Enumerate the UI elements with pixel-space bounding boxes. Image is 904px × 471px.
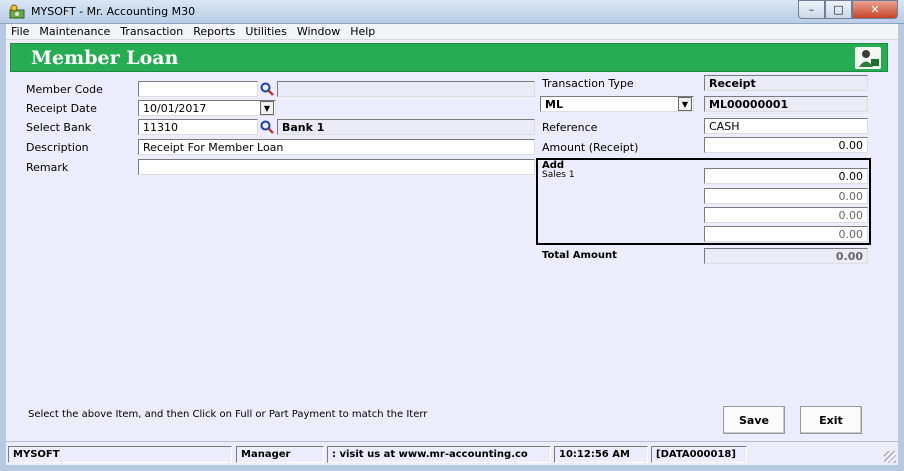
description-input[interactable]: Receipt For Member Loan: [138, 139, 535, 155]
sales-label: Sales 1: [542, 170, 575, 180]
total-amount-label: Total Amount: [542, 250, 617, 261]
status-user: Manager: [236, 446, 324, 463]
save-button[interactable]: Save: [723, 406, 785, 434]
status-time: 10:12:56 AM: [554, 446, 648, 463]
add-amount-input[interactable]: 0.00: [704, 188, 868, 204]
bank-code-input[interactable]: 11310: [138, 119, 258, 135]
window-controls: – □ ✕: [798, 0, 898, 19]
minimize-button[interactable]: –: [798, 0, 825, 19]
receipt-date-input[interactable]: 10/01/2017: [138, 100, 276, 116]
window-border-right: [898, 24, 904, 471]
menu-file[interactable]: File: [6, 25, 34, 38]
description-label: Description: [26, 141, 89, 154]
form-banner: Member Loan: [10, 43, 888, 72]
remark-input[interactable]: [138, 159, 535, 175]
close-button[interactable]: ✕: [852, 0, 898, 19]
amount-label: Amount (Receipt): [542, 141, 639, 154]
window-border-bottom: [0, 465, 904, 471]
doc-prefix-select[interactable]: ML: [540, 96, 694, 112]
menu-bar: File Maintenance Transaction Reports Uti…: [6, 24, 898, 40]
amount-input[interactable]: 0.00: [704, 137, 868, 153]
add-items-box: Add Sales 1 0.00 0.00 0.00 0.00: [536, 158, 871, 245]
status-website: : visit us at www.mr-accounting.co: [327, 446, 551, 463]
select-bank-label: Select Bank: [26, 121, 92, 134]
resize-grip-icon[interactable]: [884, 451, 896, 463]
add-amount-input[interactable]: 0.00: [704, 226, 868, 242]
add-amount-input[interactable]: 0.00: [704, 168, 868, 184]
bank-name-display: Bank 1: [277, 119, 535, 135]
chevron-down-icon[interactable]: ▼: [260, 101, 274, 115]
status-bar: MYSOFT Manager : visit us at www.mr-acco…: [6, 441, 898, 465]
remark-label: Remark: [26, 161, 69, 174]
menu-transaction[interactable]: Transaction: [115, 25, 188, 38]
exit-button-label: Exit: [819, 413, 843, 427]
menu-maintenance[interactable]: Maintenance: [34, 25, 115, 38]
hint-text: Select the above Item, and then Click on…: [28, 409, 428, 420]
save-button-label: Save: [739, 413, 769, 427]
exit-button[interactable]: Exit: [800, 406, 862, 434]
reference-label: Reference: [542, 121, 598, 134]
title-bar: MYSOFT - Mr. Accounting M30 – □ ✕: [0, 0, 904, 24]
receipt-date-label: Receipt Date: [26, 102, 97, 115]
person-icon: [855, 47, 881, 69]
search-icon[interactable]: [258, 119, 276, 135]
status-company: MYSOFT: [8, 446, 232, 463]
search-icon[interactable]: [258, 81, 276, 97]
menu-window[interactable]: Window: [292, 25, 345, 38]
status-data: [DATA000018]: [651, 446, 747, 463]
maximize-button[interactable]: □: [825, 0, 852, 19]
member-code-input[interactable]: [138, 81, 258, 97]
member-loan-form: Member Loan Member Code Receipt Date 10/…: [6, 40, 898, 441]
transaction-type-display: Receipt: [704, 75, 868, 91]
chevron-down-icon[interactable]: ▼: [678, 97, 692, 111]
menu-utilities[interactable]: Utilities: [240, 25, 291, 38]
menu-help[interactable]: Help: [345, 25, 380, 38]
total-amount-display: 0.00: [704, 248, 868, 264]
doc-number-display: ML00000001: [704, 96, 868, 112]
reference-input[interactable]: CASH: [704, 118, 868, 134]
add-amount-input[interactable]: 0.00: [704, 207, 868, 223]
member-code-label: Member Code: [26, 83, 103, 96]
window-title: MYSOFT - Mr. Accounting M30: [31, 5, 196, 18]
menu-reports[interactable]: Reports: [188, 25, 240, 38]
transaction-type-label: Transaction Type: [542, 77, 634, 90]
member-name-display: [277, 81, 535, 97]
money-icon: [9, 4, 25, 19]
form-title: Member Loan: [31, 47, 179, 69]
